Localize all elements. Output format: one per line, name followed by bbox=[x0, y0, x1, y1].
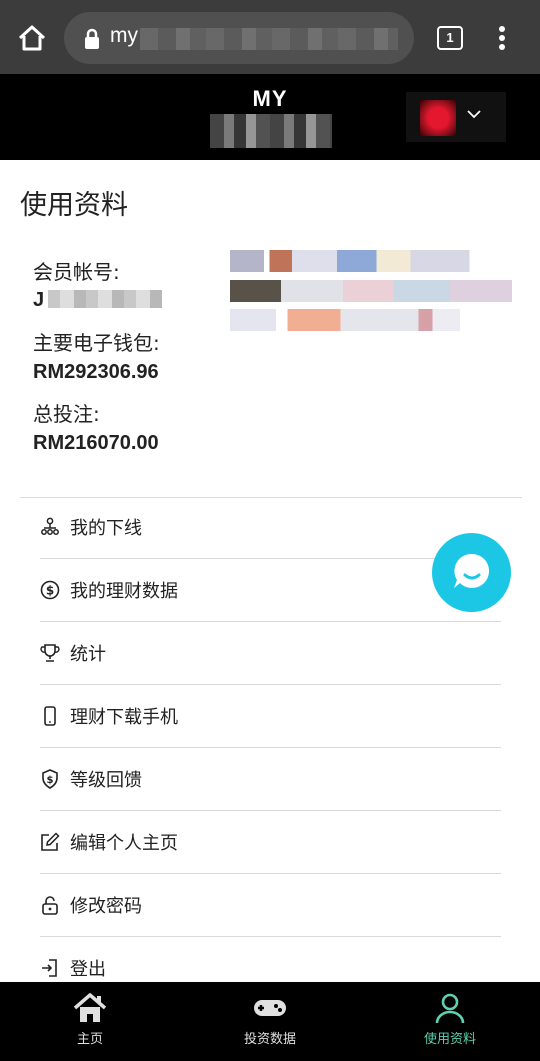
address-bar[interactable]: my bbox=[64, 12, 414, 64]
menu-label: 统计 bbox=[70, 644, 106, 665]
bottom-navigation: 主页 投资数据 使用资料 bbox=[0, 982, 540, 1061]
lock-icon bbox=[42, 896, 58, 915]
url-text: my bbox=[110, 24, 138, 47]
account-redacted bbox=[48, 290, 162, 308]
nav-label: 主页 bbox=[76, 1032, 103, 1047]
tab-count-button[interactable]: 1 bbox=[437, 26, 463, 50]
language-selector[interactable] bbox=[406, 92, 506, 142]
bet-label: 总投注: bbox=[33, 402, 100, 426]
user-icon bbox=[435, 993, 465, 1024]
nav-investment-data[interactable]: 投资数据 bbox=[180, 982, 360, 1061]
svg-text:$: $ bbox=[47, 775, 54, 786]
menu-item-level-rewards[interactable]: $ 等级回馈 bbox=[40, 749, 501, 811]
url-redacted bbox=[140, 28, 398, 50]
live-chat-button[interactable] bbox=[432, 533, 511, 612]
bet-value: RM216070.00 bbox=[33, 432, 159, 454]
nav-home[interactable]: 主页 bbox=[0, 982, 180, 1061]
home-outline-icon bbox=[18, 25, 46, 51]
nav-label: 投资数据 bbox=[243, 1032, 296, 1047]
browser-home-button[interactable] bbox=[14, 20, 50, 56]
redacted-block bbox=[230, 309, 460, 331]
logout-icon bbox=[42, 959, 57, 977]
menu-label: 等级回馈 bbox=[70, 770, 142, 791]
menu-label: 编辑个人主页 bbox=[70, 833, 178, 854]
chat-bubble-icon bbox=[454, 553, 490, 588]
wallet-value: RM292306.96 bbox=[33, 361, 159, 383]
flag-icon bbox=[420, 100, 456, 136]
svg-text:$: $ bbox=[46, 584, 54, 598]
menu-label: 登出 bbox=[70, 959, 106, 980]
dot-icon bbox=[499, 26, 505, 32]
dot-icon bbox=[499, 44, 505, 50]
mobile-icon bbox=[44, 706, 56, 726]
browser-menu-button[interactable] bbox=[492, 24, 512, 54]
gamepad-icon bbox=[254, 1000, 286, 1016]
wallet-label: 主要电子钱包: bbox=[33, 331, 160, 355]
dot-icon bbox=[499, 35, 505, 41]
site-header: MY bbox=[0, 74, 540, 160]
account-label: 会员帐号: bbox=[33, 260, 120, 284]
menu-label: 我的理财数据 bbox=[70, 581, 178, 602]
redacted-block bbox=[230, 280, 512, 302]
menu-item-mobile-download[interactable]: 理财下载手机 bbox=[40, 686, 501, 748]
home-icon bbox=[73, 993, 107, 1022]
nav-profile[interactable]: 使用资料 bbox=[360, 982, 540, 1061]
edit-icon bbox=[41, 832, 60, 851]
page-title: 使用资料 bbox=[20, 190, 128, 221]
downline-icon bbox=[41, 517, 59, 535]
redacted-block bbox=[230, 250, 512, 272]
menu-item-edit-profile[interactable]: 编辑个人主页 bbox=[40, 812, 501, 874]
menu-label: 理财下载手机 bbox=[70, 707, 178, 728]
trophy-icon bbox=[40, 644, 60, 662]
dollar-circle-icon: $ bbox=[40, 580, 60, 600]
chevron-down-icon bbox=[467, 110, 481, 119]
menu-label: 我的下线 bbox=[70, 518, 142, 539]
menu-item-change-password[interactable]: 修改密码 bbox=[40, 875, 501, 937]
lock-icon bbox=[85, 28, 99, 49]
nav-label: 使用资料 bbox=[423, 1032, 476, 1047]
menu-item-statistics[interactable]: 统计 bbox=[40, 623, 501, 685]
brand-subtitle-redacted bbox=[210, 114, 332, 148]
browser-toolbar: my 1 bbox=[0, 0, 540, 74]
account-value: J bbox=[33, 289, 45, 311]
menu-label: 修改密码 bbox=[70, 896, 142, 917]
shield-dollar-icon: $ bbox=[42, 769, 58, 789]
